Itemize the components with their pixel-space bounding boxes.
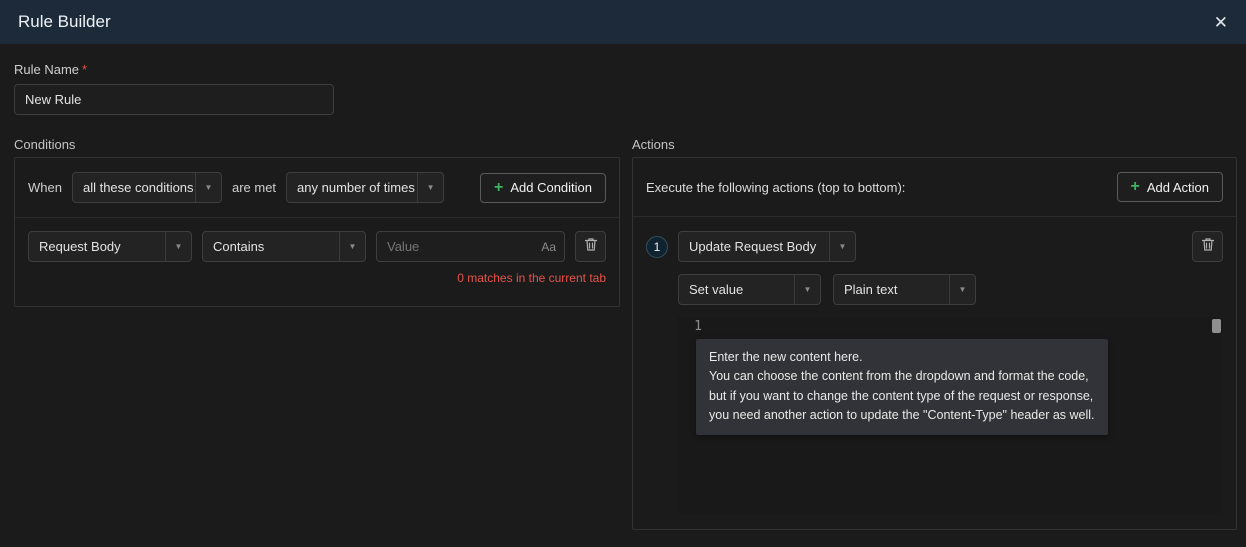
action-mode-dropdown[interactable]: Set value ▼ <box>678 274 821 305</box>
hint-line: but if you want to change the content ty… <box>709 387 1095 406</box>
add-condition-label: Add Condition <box>510 180 592 195</box>
condition-match-type-dropdown[interactable]: all these conditions ▼ <box>72 172 222 203</box>
add-action-label: Add Action <box>1147 180 1209 195</box>
hint-line: You can choose the content from the drop… <box>709 367 1095 386</box>
actions-panel: Execute the following actions (top to bo… <box>632 157 1237 530</box>
action-format-dropdown[interactable]: Plain text ▼ <box>833 274 976 305</box>
required-marker: * <box>82 62 87 77</box>
action-row: 1 Update Request Body ▼ <box>646 231 1223 262</box>
delete-condition-button[interactable] <box>575 231 606 262</box>
plus-icon: + <box>1131 179 1140 195</box>
condition-row: Request Body ▼ Contains ▼ Aa <box>15 218 619 262</box>
are-met-label: are met <box>232 180 276 195</box>
modal-header: Rule Builder ✕ <box>0 0 1246 44</box>
action-index-badge: 1 <box>646 236 668 258</box>
conditions-section-label: Conditions <box>14 137 75 152</box>
action-mode-value: Set value <box>679 282 753 297</box>
when-label: When <box>28 180 62 195</box>
trash-icon <box>1201 237 1215 257</box>
condition-match-type-value: all these conditions <box>73 180 195 195</box>
add-action-button[interactable]: + Add Action <box>1117 172 1224 202</box>
condition-operator-value: Contains <box>203 239 274 254</box>
action-body: 1 Update Request Body ▼ Set value ▼ Plai <box>633 217 1236 527</box>
rule-name-input[interactable] <box>14 84 334 115</box>
page-title: Rule Builder <box>18 12 111 32</box>
trash-icon <box>584 237 598 257</box>
condition-frequency-value: any number of times <box>287 180 417 195</box>
chevron-down-icon: ▼ <box>339 232 365 261</box>
editor-scrollbar[interactable] <box>1212 319 1221 333</box>
condition-field-value: Request Body <box>29 239 131 254</box>
actions-section-label: Actions <box>632 137 675 152</box>
chevron-down-icon: ▼ <box>165 232 191 261</box>
close-icon[interactable]: ✕ <box>1214 14 1228 31</box>
condition-value-wrap: Aa <box>376 231 565 262</box>
conditions-config-row: When all these conditions ▼ are met any … <box>15 158 619 218</box>
action-type-value: Update Request Body <box>679 239 826 254</box>
chevron-down-icon: ▼ <box>195 173 221 202</box>
chevron-down-icon: ▼ <box>829 232 855 261</box>
delete-action-button[interactable] <box>1192 231 1223 262</box>
chevron-down-icon: ▼ <box>949 275 975 304</box>
actions-intro-text: Execute the following actions (top to bo… <box>646 180 905 195</box>
chevron-down-icon: ▼ <box>417 173 443 202</box>
condition-value-input[interactable] <box>376 231 565 262</box>
plus-icon: + <box>494 180 503 196</box>
content-editor[interactable]: 1 Enter the new content here. You can ch… <box>678 317 1223 513</box>
condition-operator-dropdown[interactable]: Contains ▼ <box>202 231 366 262</box>
action-format-value: Plain text <box>834 282 907 297</box>
hint-line: Enter the new content here. <box>709 348 1095 367</box>
action-type-dropdown[interactable]: Update Request Body ▼ <box>678 231 856 262</box>
action-options-row: Set value ▼ Plain text ▼ <box>678 274 1223 305</box>
hint-line: you need another action to update the "C… <box>709 406 1095 425</box>
condition-frequency-dropdown[interactable]: any number of times ▼ <box>286 172 444 203</box>
editor-line-number: 1 <box>678 319 712 334</box>
condition-field-dropdown[interactable]: Request Body ▼ <box>28 231 192 262</box>
actions-header-row: Execute the following actions (top to bo… <box>633 158 1236 217</box>
rule-name-label: Rule Name* <box>14 62 87 77</box>
conditions-panel: When all these conditions ▼ are met any … <box>14 157 620 307</box>
editor-hint-tooltip: Enter the new content here. You can choo… <box>696 339 1108 435</box>
match-status-text: 0 matches in the current tab <box>15 262 619 285</box>
rule-name-label-text: Rule Name <box>14 62 79 77</box>
add-condition-button[interactable]: + Add Condition <box>480 173 606 203</box>
rule-name-field-wrap <box>14 84 334 115</box>
editor-line: 1 <box>678 317 1223 334</box>
chevron-down-icon: ▼ <box>794 275 820 304</box>
